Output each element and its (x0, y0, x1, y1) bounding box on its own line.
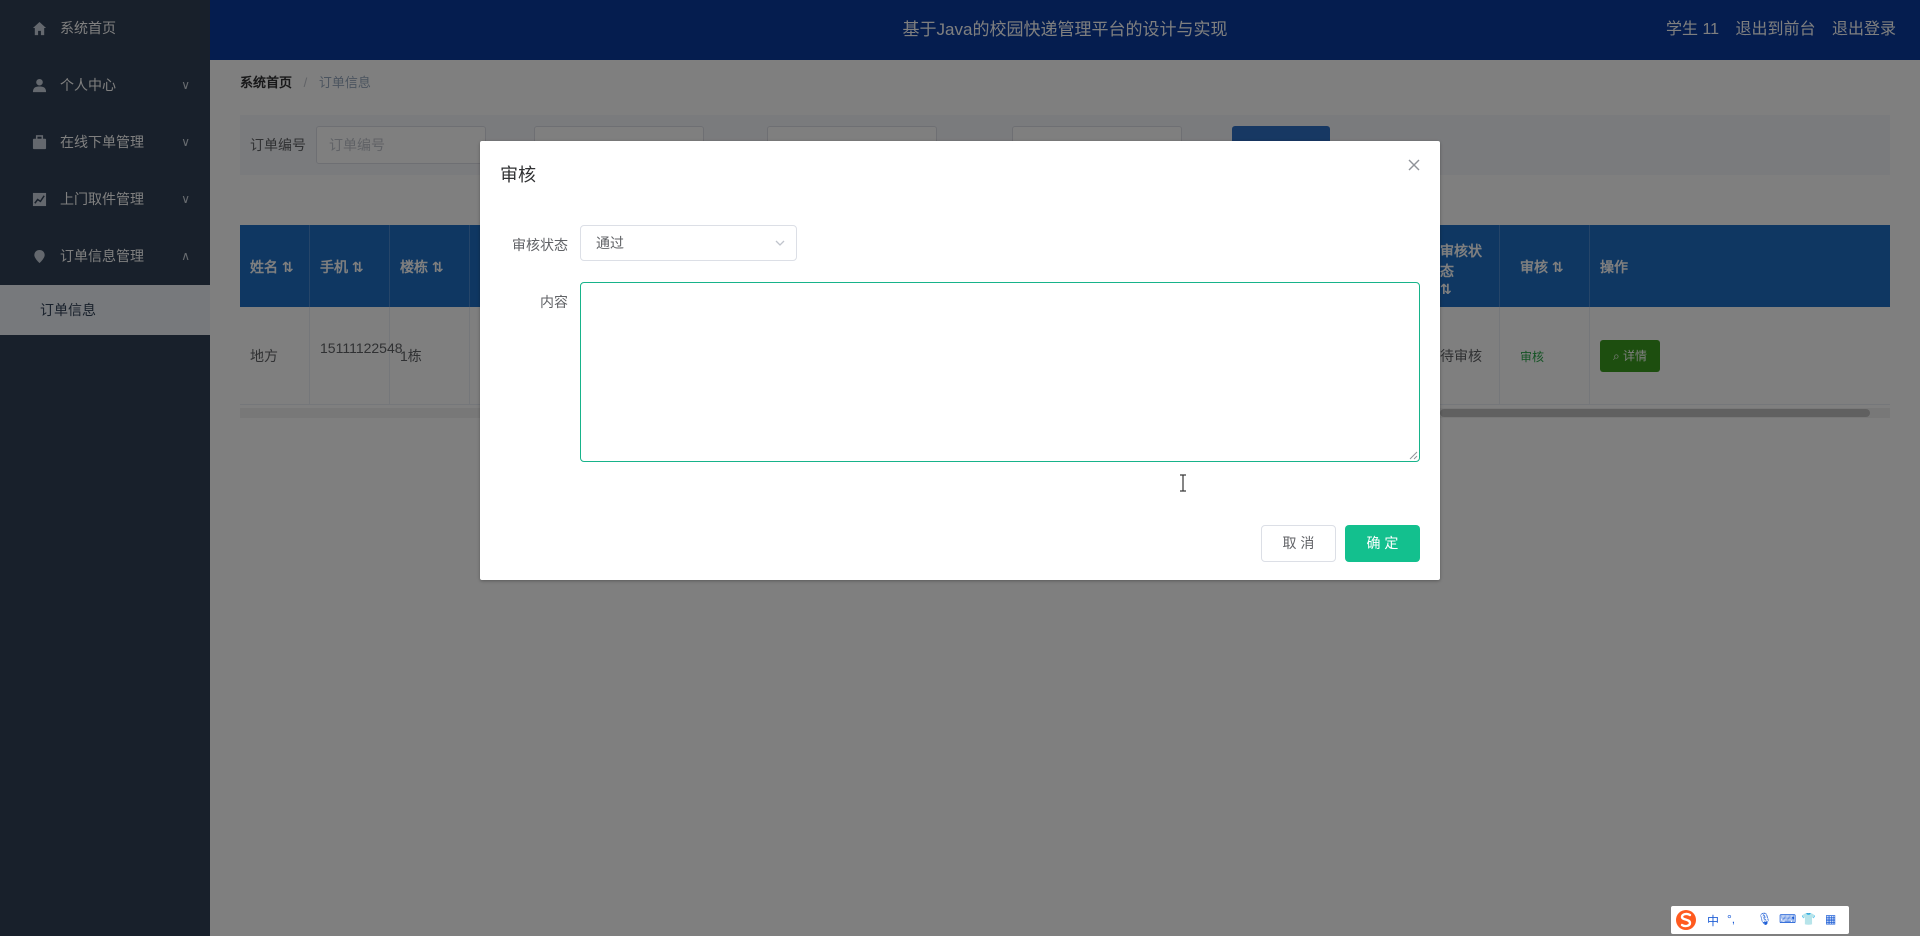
chevron-down-icon (775, 240, 785, 246)
content-textarea[interactable] (580, 282, 1420, 462)
microphone-icon[interactable]: 🎙 (1757, 912, 1772, 926)
sogou-logo-icon[interactable] (1674, 909, 1698, 931)
ime-toolbar: 中 °, 🎙 ⌨ 👕 ▦ (1671, 906, 1849, 934)
audit-dialog: 审核 审核状态 通过 内容 取 消 确 定 (480, 141, 1440, 580)
status-label: 审核状态 (512, 237, 568, 253)
text-cursor-icon (1180, 474, 1186, 492)
toolbox-icon[interactable]: ▦ (1825, 912, 1836, 926)
cancel-button[interactable]: 取 消 (1261, 525, 1336, 562)
punctuation-icon[interactable]: °, (1727, 912, 1735, 926)
status-select-value: 通过 (596, 235, 624, 251)
keyboard-icon[interactable]: ⌨ (1779, 912, 1796, 926)
skin-icon[interactable]: 👕 (1801, 912, 1816, 926)
status-select[interactable]: 通过 (580, 225, 797, 261)
confirm-button[interactable]: 确 定 (1345, 525, 1420, 562)
resize-grip-icon[interactable] (1408, 450, 1418, 460)
content-label: 内容 (540, 294, 568, 310)
ime-mode-label[interactable]: 中 (1707, 912, 1719, 929)
close-icon[interactable] (1406, 157, 1422, 173)
dialog-title: 审核 (500, 165, 536, 185)
